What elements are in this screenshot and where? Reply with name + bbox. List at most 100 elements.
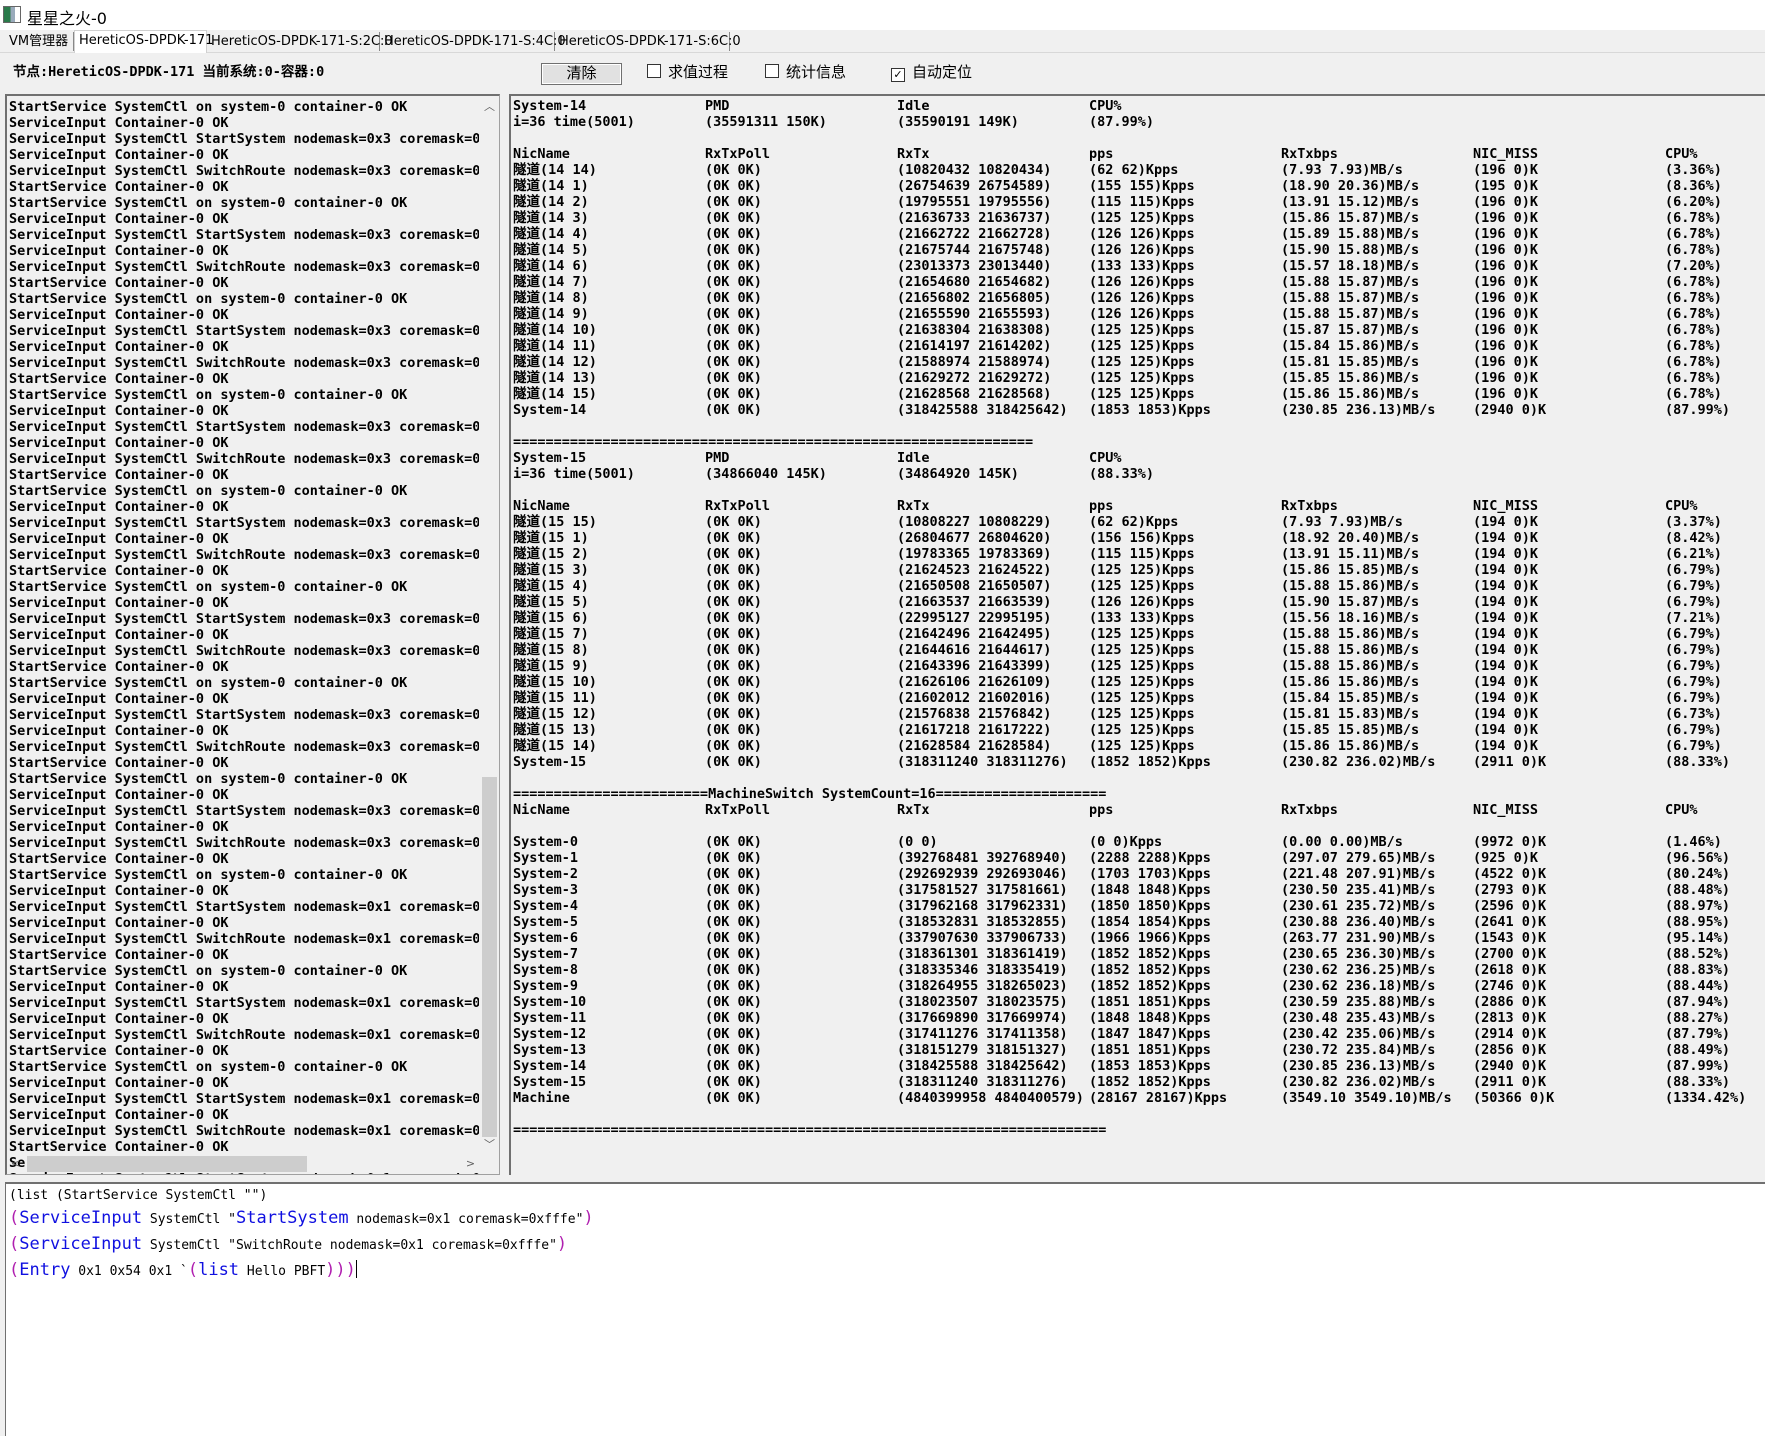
stats-cell: (125 125)Kpps (1089, 210, 1195, 226)
tab-vm-manager[interactable]: VM管理器 (5, 32, 74, 51)
stats-cell: (88.95%) (1665, 914, 1731, 930)
stats-cell: (196 0)K (1473, 226, 1539, 242)
stats-cell: (1851 1851)Kpps (1089, 1042, 1211, 1058)
scroll-down-icon[interactable]: ﹀ (481, 1136, 498, 1152)
stats-cell: (125 125)Kpps (1089, 386, 1195, 402)
scroll-left-icon[interactable]: < (7, 1157, 24, 1170)
auto-locate-checkbox[interactable]: ✓ 自动定位 (891, 63, 972, 82)
text-caret (355, 1260, 357, 1278)
checkbox-box[interactable] (765, 64, 779, 78)
tab-hereticos-s6c0[interactable]: HereticOS-DPDK-171-S:6C:0 (555, 32, 741, 51)
stats-cell: (62 62)Kpps (1089, 162, 1179, 178)
stats-cell: (6.20%) (1665, 194, 1722, 210)
stats-cell: RxTxPoll (705, 146, 771, 162)
scrollbar-thumb[interactable] (482, 777, 497, 1137)
stats-cell: (2940 0)K (1473, 402, 1547, 418)
log-pane[interactable]: StartService SystemCtl on system-0 conta… (5, 94, 500, 1175)
stats-cell: (0K 0K) (705, 626, 762, 642)
stats-cell: (7.93 7.93)MB/s (1281, 514, 1403, 530)
log-line: StartService SystemCtl on system-0 conta… (9, 195, 408, 211)
stats-cell: (125 125)Kpps (1089, 322, 1195, 338)
stats-cell: (194 0)K (1473, 626, 1539, 642)
stats-cell: (230.72 235.84)MB/s (1281, 1042, 1436, 1058)
log-line: ServiceInput SystemCtl StartSystem nodem… (9, 611, 479, 627)
horizontal-scrollbar[interactable]: < > (7, 1155, 481, 1173)
stats-cell: (15.88 15.87)MB/s (1281, 306, 1420, 322)
eval-process-checkbox[interactable]: 求值过程 (647, 63, 728, 81)
stats-cell: (126 126)Kpps (1089, 242, 1195, 258)
command-editor[interactable]: (list (StartService SystemCtl "") (Servi… (5, 1182, 1765, 1436)
log-line: StartService Container-0 OK (9, 947, 229, 963)
stats-cell: (21642496 21642495) (897, 626, 1052, 642)
scroll-right-icon[interactable]: > (462, 1157, 479, 1170)
stats-row: 隧道(15 13) (0K 0K) (21617218 21617222) (125 … (511, 722, 1765, 738)
stats-row: 隧道(14 8) (0K 0K) (21656802 21656805) (126 1… (511, 290, 1765, 306)
stats-row: 隧道(15 9) (0K 0K) (21643396 21643399) (125 1… (511, 658, 1765, 674)
stats-cell: System-11 (513, 1010, 587, 1026)
stats-cell: (0K 0K) (705, 722, 762, 738)
stats-cell: (318023507 318023575) (897, 994, 1068, 1010)
stats-cell: (1848 1848)Kpps (1089, 882, 1211, 898)
stats-cell: (18.90 20.36)MB/s (1281, 178, 1420, 194)
stats-cell: 隧道(15 14) (513, 738, 597, 754)
stats-cell: (62 62)Kpps (1089, 514, 1179, 530)
stats-cell: (2746 0)K (1473, 978, 1547, 994)
stats-cell: (0.00 0.00)MB/s (1281, 834, 1403, 850)
stats-cell: (196 0)K (1473, 370, 1539, 386)
stats-cell: (15.90 15.88)MB/s (1281, 242, 1420, 258)
stats-cell: (15.88 15.87)MB/s (1281, 274, 1420, 290)
stats-row: System-0 (0K 0K) (0 0) (0 0)Kpps (0.00 0.00)… (511, 834, 1765, 850)
clear-button[interactable]: 清除 (541, 63, 622, 85)
stats-cell: (13.91 15.12)MB/s (1281, 194, 1420, 210)
stats-cell: (1848 1848)Kpps (1089, 1010, 1211, 1026)
stats-cell: (125 125)Kpps (1089, 738, 1195, 754)
stats-cell: (125 125)Kpps (1089, 562, 1195, 578)
stats-cell: (0K 0K) (705, 882, 762, 898)
stats-cell: (1854 1854)Kpps (1089, 914, 1211, 930)
stats-cell: (21654680 21654682) (897, 274, 1052, 290)
stats-cell: NIC_MISS (1473, 498, 1539, 514)
stats-cell: (0K 0K) (705, 162, 762, 178)
blank-row (511, 482, 1765, 498)
log-line: ServiceInput Container-0 OK (9, 915, 229, 931)
vertical-scrollbar[interactable]: ︿ ﹀ (481, 96, 498, 1153)
stats-cell: NIC_MISS (1473, 802, 1539, 818)
stats-cell: (0K 0K) (705, 1058, 762, 1074)
tab-hereticos-dpdk-171[interactable]: HereticOS-DPDK-171 (74, 30, 213, 53)
stats-row: System-1 (0K 0K) (392768481 392768940) (228… (511, 850, 1765, 866)
stats-cell: (21650508 21650507) (897, 578, 1052, 594)
scrollbar-thumb[interactable] (27, 1156, 307, 1172)
tab-hereticos-s4c0[interactable]: HereticOS-DPDK-171-S:4C:0 (380, 32, 566, 51)
stats-cell: (0K 0K) (705, 1074, 762, 1090)
stats-cell: (15.56 18.16)MB/s (1281, 610, 1420, 626)
stats-cell: (19783365 19783369) (897, 546, 1052, 562)
scroll-up-icon[interactable]: ︿ (481, 98, 498, 114)
stats-cell: CPU% (1665, 498, 1698, 514)
stats-cell: 隧道(14 2) (513, 194, 589, 210)
stats-cell: (230.48 235.43)MB/s (1281, 1010, 1436, 1026)
stats-cell: (6.79%) (1665, 562, 1722, 578)
stats-cell: (1852 1852)Kpps (1089, 946, 1211, 962)
stats-cell: (15.81 15.85)MB/s (1281, 354, 1420, 370)
stats-cell: (2940 0)K (1473, 1058, 1547, 1074)
log-line: ServiceInput SystemCtl StartSystem nodem… (9, 419, 479, 435)
stats-cell: (21614197 21614202) (897, 338, 1052, 354)
stats-cell: (21617218 21617222) (897, 722, 1052, 738)
stats-cell: (230.62 236.25)MB/s (1281, 962, 1436, 978)
stats-row: 隧道(15 15) (0K 0K) (10808227 10808229) (62 6… (511, 514, 1765, 530)
checkmark-icon[interactable]: ✓ (891, 68, 905, 82)
tab-hereticos-s2c0[interactable]: HereticOS-DPDK-171-S:2C:0 (207, 32, 393, 51)
stats-cell: (230.62 236.18)MB/s (1281, 978, 1436, 994)
checkbox-box[interactable] (647, 64, 661, 78)
stats-cell: (15.88 15.86)MB/s (1281, 626, 1420, 642)
keyword: ServiceInput (19, 1208, 143, 1228)
stats-cell: (10808227 10808229) (897, 514, 1052, 530)
stats-cell: (10820432 10820434) (897, 162, 1052, 178)
stats-row: System-12 (0K 0K) (317411276 317411358) (18… (511, 1026, 1765, 1042)
stats-cell: System-10 (513, 994, 587, 1010)
statistics-checkbox[interactable]: 统计信息 (765, 63, 846, 81)
stats-cell: (88.49%) (1665, 1042, 1731, 1058)
log-line: ServiceInput SystemCtl SwitchRoute nodem… (9, 643, 479, 659)
stats-cell: (0K 0K) (705, 354, 762, 370)
stats-row: 隧道(14 2) (0K 0K) (19795551 19795556) (115 1… (511, 194, 1765, 210)
